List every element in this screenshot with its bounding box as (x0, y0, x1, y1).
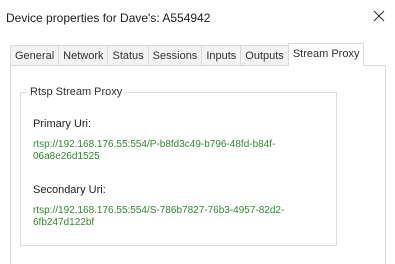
secondary-uri-line-1: rtsp://192.168.176.55:554/S-786b7827-76b… (33, 205, 285, 216)
primary-uri-line-1: rtsp://192.168.176.55:554/P-b8fd3c49-b79… (33, 139, 276, 150)
tab-inputs[interactable]: Inputs (201, 45, 242, 66)
secondary-uri-line-2: 6fb247d122bf (33, 217, 95, 228)
window-title: Device properties for Dave's: A554942 (6, 11, 211, 25)
close-button[interactable] (371, 8, 387, 24)
tab-network[interactable]: Network (58, 45, 109, 66)
close-icon (373, 10, 385, 22)
tab-stream-proxy[interactable]: Stream Proxy (287, 43, 365, 66)
secondary-uri-value[interactable]: rtsp://192.168.176.55:554/S-786b7827-76b… (33, 205, 333, 229)
tab-outputs[interactable]: Outputs (240, 45, 289, 66)
primary-uri-value[interactable]: rtsp://192.168.176.55:554/P-b8fd3c49-b79… (33, 139, 333, 163)
tab-status[interactable]: Status (107, 45, 149, 66)
secondary-uri-label: Secondary Uri: (33, 184, 106, 196)
primary-uri-label: Primary Uri: (33, 118, 92, 130)
tab-sessions[interactable]: Sessions (147, 45, 203, 66)
title-bar: Device properties for Dave's: A554942 (0, 0, 395, 34)
tab-strip: General Network Status Sessions Inputs O… (10, 43, 365, 66)
primary-uri-line-2: 06a8e26d1525 (33, 151, 100, 162)
group-title: Rtsp Stream Proxy (30, 86, 123, 98)
tab-general[interactable]: General (10, 45, 60, 66)
